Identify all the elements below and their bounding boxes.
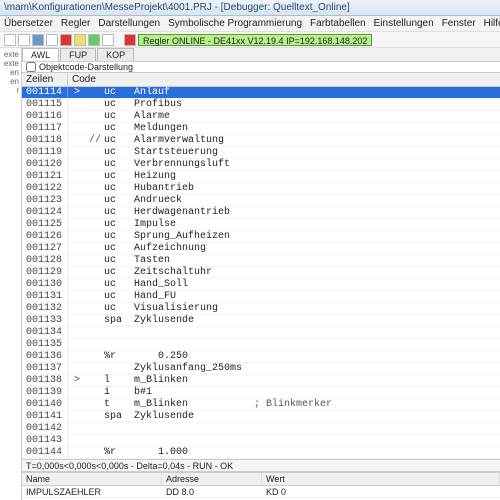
tool-stop-icon[interactable] [60,34,72,46]
code-row[interactable]: 001114> uc Anlauf [22,87,500,99]
code-row[interactable]: 001120 uc Verbrennungsluft [22,159,500,171]
tool-run-icon[interactable] [88,34,100,46]
variable-table[interactable]: Name Adresse Wert IMPULSZAEHLERDD 8.0KD … [22,473,500,500]
objektcode-checkbox[interactable] [26,62,36,72]
varhdr-adresse[interactable]: Adresse [162,473,262,485]
tool-record-icon[interactable] [124,34,136,46]
code-row[interactable]: 001134 [22,327,500,339]
menu-darstellungen[interactable]: Darstellungen [98,18,160,29]
code-row[interactable]: 001133 spa Zyklusende [22,315,500,327]
code-row[interactable]: 001141 spa Zyklusende [22,411,500,423]
code-row[interactable]: 001122 uc Hubantrieb [22,183,500,195]
window-titlebar: \mam\Konfigurationen\MesseProjekt\4001.P… [0,0,500,16]
code-row[interactable]: 001143 [22,435,500,447]
code-table-header: Zeilen Code [22,73,500,87]
code-row[interactable]: 001124 uc Herdwagenantrieb [22,207,500,219]
code-row[interactable]: 001130 uc Hand_Soll [22,279,500,291]
code-row[interactable]: 001117 uc Meldungen [22,123,500,135]
code-row[interactable]: 001137 Zyklusanfang_250ms [22,363,500,375]
code-row[interactable]: 001139 i b#1 [22,387,500,399]
tool-open-icon[interactable] [18,34,30,46]
code-row[interactable]: 001126 uc Sprung_Aufheizen [22,231,500,243]
varhdr-wert[interactable]: Wert [262,473,500,485]
menu-fenster[interactable]: Fenster [442,18,476,29]
menubar: Übersetzer Regler Darstellungen Symbolische… [0,16,500,32]
code-row[interactable]: 001138> l m_Blinken [22,375,500,387]
menu-symbolische programmierung[interactable]: Symbolische Programmierung [168,18,302,29]
header-zeilen[interactable]: Zeilen [22,73,68,86]
code-row[interactable]: 001123 uc Andrueck [22,195,500,207]
objektcode-label: Objektcode-Darstellung [39,62,133,72]
header-code[interactable]: Code [68,73,500,86]
var-row[interactable]: IMPULSZAEHLERDD 8.0KD 0 [22,486,500,498]
menu-regler[interactable]: Regler [61,18,90,29]
code-row[interactable]: 001129 uc Zeitschaltuhr [22,267,500,279]
code-row[interactable]: 001140 t m_Blinken; Blinkmerker [22,399,500,411]
code-row[interactable]: 001115 uc Profibus [22,99,500,111]
tool-pause-icon[interactable] [74,34,86,46]
varhdr-name[interactable]: Name [22,473,162,485]
code-row[interactable]: 001125 uc Impulse [22,219,500,231]
menu-hilfe[interactable]: Hilfe [484,18,500,29]
online-status: Regler ONLINE - DE41xx V12.19.4 IP=192.1… [138,34,372,46]
code-row[interactable]: 001144 %r 1.000 [22,447,500,459]
code-row[interactable]: 001127 uc Aufzeichnung [22,243,500,255]
code-row[interactable]: 001136 %r 0.250 [22,351,500,363]
menu-übersetzer[interactable]: Übersetzer [4,18,53,29]
tab-fup[interactable]: FUP [60,48,96,61]
code-row[interactable]: 001119 uc Startsteuerung [22,147,500,159]
code-row[interactable]: 001121 uc Heizung [22,171,500,183]
code-row[interactable]: 001118 //uc Alarmverwaltung [22,135,500,147]
code-row[interactable]: 001116 uc Alarme [22,111,500,123]
run-status-bar: T=0,000s<0,000s<0,000s - Delta=0,04s - R… [22,459,500,472]
tool-print-icon[interactable] [46,34,58,46]
code-table[interactable]: 001114> uc Anlauf001115 uc Profibus00111… [22,87,500,459]
code-row[interactable]: 001142 [22,423,500,435]
tool-step-icon[interactable] [102,34,114,46]
toolbar-main: Regler ONLINE - DE41xx V12.19.4 IP=192.1… [0,32,500,48]
code-row[interactable]: 001131 uc Hand_FU [22,291,500,303]
variable-table-header: Name Adresse Wert [22,473,500,486]
tool-new-icon[interactable] [4,34,16,46]
tab-awl[interactable]: AWL [22,48,59,61]
menu-farbtabellen[interactable]: Farbtabellen [310,18,366,29]
tool-save-icon[interactable] [32,34,44,46]
code-view-tabs: AWLFUPKOP [22,48,500,62]
code-row[interactable]: 001128 uc Tasten [22,255,500,267]
code-row[interactable]: 001135 [22,339,500,351]
tab-kop[interactable]: KOP [97,48,134,61]
menu-einstellungen[interactable]: Einstellungen [374,18,434,29]
code-row[interactable]: 001132 uc Visualisierung [22,303,500,315]
objektcode-checkbox-row: Objektcode-Darstellung [22,62,500,73]
left-tree-panel[interactable]: exteexteenenr [0,48,22,500]
